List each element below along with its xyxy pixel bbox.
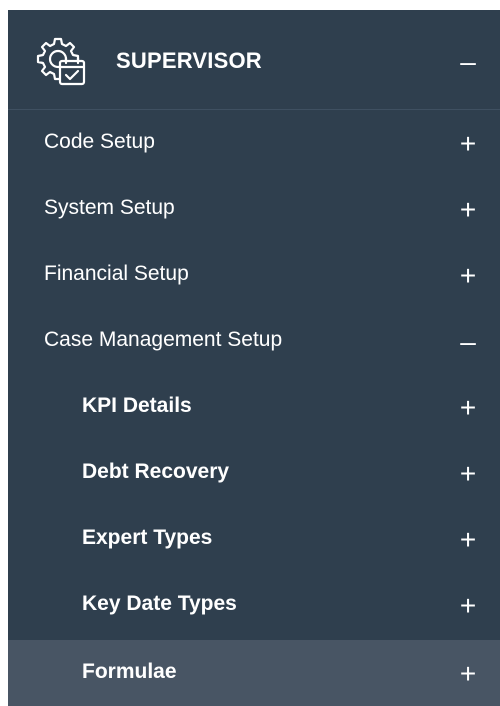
menu-item-label: Financial Setup bbox=[44, 262, 189, 285]
expand-icon[interactable]: + bbox=[454, 592, 482, 620]
menu-item-label: KPI Details bbox=[82, 394, 192, 417]
expand-icon[interactable]: + bbox=[454, 196, 482, 224]
expand-icon[interactable]: + bbox=[454, 526, 482, 554]
menu-item-key-date-types[interactable]: Key Date Types + bbox=[8, 572, 500, 638]
menu-item-label: Key Date Types bbox=[82, 592, 237, 615]
menu-item-expert-types[interactable]: Expert Types + bbox=[8, 506, 500, 572]
menu-header-title: SUPERVISOR bbox=[116, 48, 262, 73]
menu-item-label: Expert Types bbox=[82, 526, 213, 549]
menu-header-supervisor[interactable]: SUPERVISOR – bbox=[8, 10, 500, 110]
menu-item-label: Case Management Setup bbox=[44, 328, 283, 351]
menu-item-kpi-details[interactable]: KPI Details + bbox=[8, 374, 500, 440]
expand-icon[interactable]: + bbox=[454, 660, 482, 688]
collapse-icon[interactable]: – bbox=[454, 48, 482, 76]
supervisor-menu: SUPERVISOR – Code Setup + System Setup +… bbox=[8, 10, 500, 706]
expand-icon[interactable]: + bbox=[454, 262, 482, 290]
menu-item-label: Formulae bbox=[82, 660, 177, 683]
menu-item-label: System Setup bbox=[44, 196, 175, 219]
menu-item-debt-recovery[interactable]: Debt Recovery + bbox=[8, 440, 500, 506]
collapse-icon[interactable]: – bbox=[454, 328, 482, 356]
menu-item-case-management-setup[interactable]: Case Management Setup – bbox=[8, 308, 500, 374]
menu-item-label: Code Setup bbox=[44, 130, 155, 153]
menu-item-financial-setup[interactable]: Financial Setup + bbox=[8, 242, 500, 308]
menu-item-system-setup[interactable]: System Setup + bbox=[8, 176, 500, 242]
expand-icon[interactable]: + bbox=[454, 130, 482, 158]
expand-icon[interactable]: + bbox=[454, 460, 482, 488]
settings-calendar-icon bbox=[36, 36, 88, 88]
menu-item-code-setup[interactable]: Code Setup + bbox=[8, 110, 500, 176]
menu-item-formulae[interactable]: Formulae + bbox=[8, 640, 500, 706]
menu-item-label: Debt Recovery bbox=[82, 460, 230, 483]
expand-icon[interactable]: + bbox=[454, 394, 482, 422]
